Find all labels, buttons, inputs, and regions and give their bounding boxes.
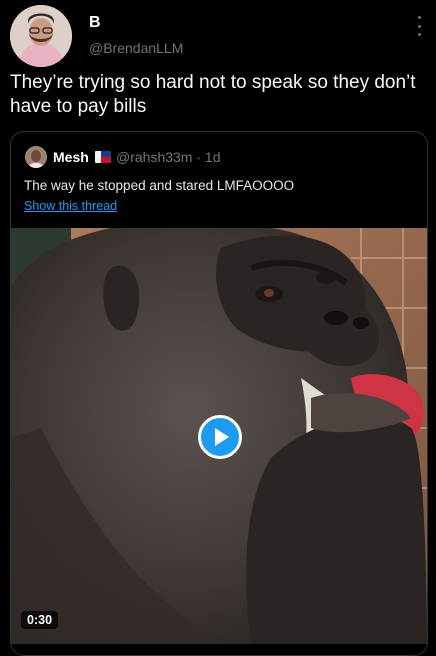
play-icon[interactable]: [198, 415, 242, 459]
author-avatar[interactable]: [10, 5, 72, 67]
author-name[interactable]: B: [89, 14, 101, 32]
tweet-text: They’re trying so hard not to speak so t…: [10, 72, 416, 117]
avatar-photo-icon: [10, 5, 72, 67]
more-options-icon[interactable]: [410, 14, 428, 38]
video-duration: 0:30: [21, 611, 59, 629]
quoted-tweet-card[interactable]: Mesh @rahsh33m · 1d The way he stopped a…: [10, 131, 428, 656]
video-player[interactable]: 0:30: [11, 228, 427, 644]
quoted-author-name[interactable]: Mesh: [53, 149, 89, 165]
quoted-author-handle[interactable]: @rahsh33m · 1d: [116, 149, 220, 165]
show-thread-link[interactable]: Show this thread: [24, 199, 117, 213]
author-handle[interactable]: @BrendanLLM: [89, 40, 183, 56]
avatar-photo-icon: [25, 146, 47, 168]
quoted-tweet-text: The way he stopped and stared LMFAOOOO: [24, 178, 295, 193]
quoted-author-avatar[interactable]: [25, 146, 47, 168]
flag-icon: [95, 151, 111, 163]
